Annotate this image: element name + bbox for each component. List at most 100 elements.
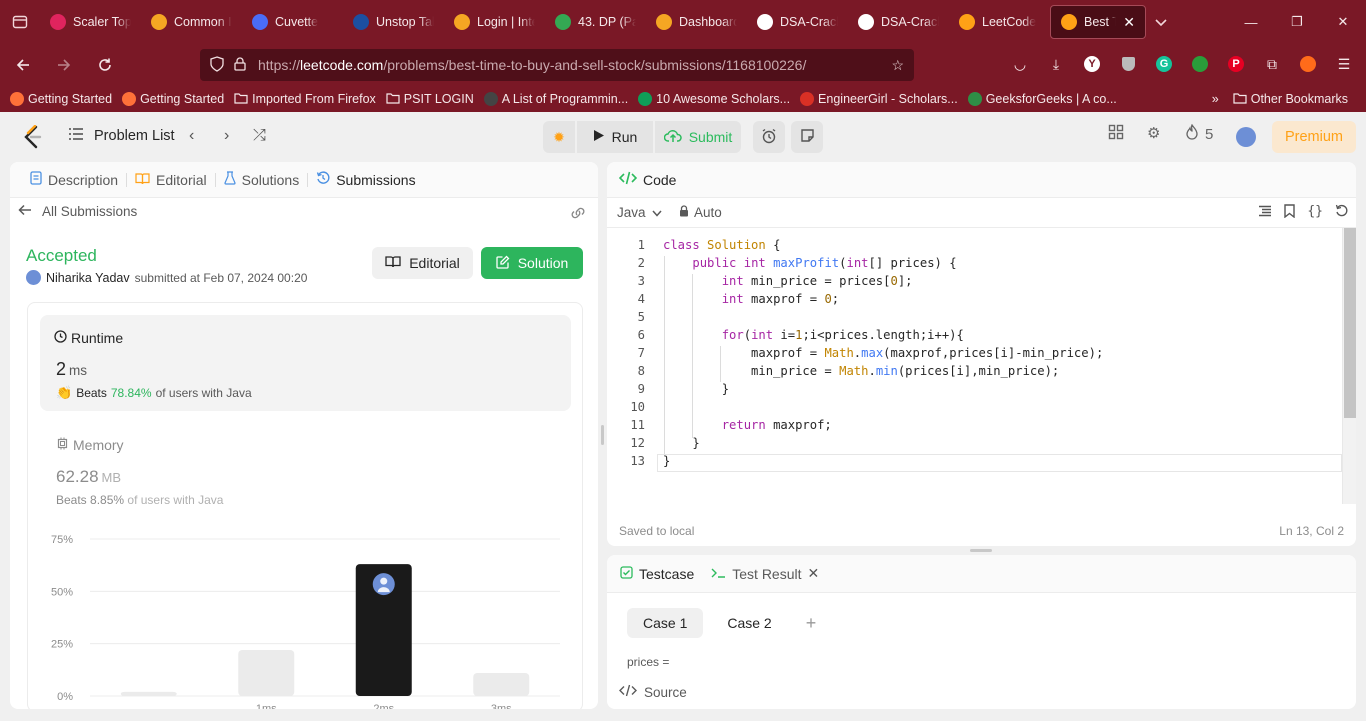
restore-icon[interactable]: ❐ <box>1274 0 1320 44</box>
browser-tab[interactable]: DSA-Cracker <box>848 5 949 39</box>
chart-bar[interactable] <box>238 649 295 696</box>
tab-editorial[interactable]: Editorial <box>127 172 215 188</box>
browser-tab[interactable]: Dashboard <box>646 5 747 39</box>
shield-icon[interactable] <box>210 55 224 75</box>
chart-y-tick-label: 0% <box>57 691 73 703</box>
all-submissions-link[interactable]: All Submissions <box>18 204 137 219</box>
problem-list-button[interactable]: Problem List <box>68 127 175 145</box>
notes-button[interactable] <box>791 121 823 153</box>
tab-test-result[interactable]: Test Result ✕ <box>710 565 819 582</box>
bookmark-item[interactable]: Imported From Firefox <box>234 92 376 107</box>
close-icon[interactable]: ✕ <box>808 565 820 582</box>
scrollbar-thumb[interactable] <box>1344 228 1356 418</box>
add-case-icon[interactable]: + <box>796 608 817 638</box>
shuffle-icon[interactable]: ⤮ <box>253 127 266 145</box>
timer-button[interactable] <box>753 121 785 153</box>
reset-icon[interactable] <box>1335 204 1348 221</box>
runtime-card[interactable]: Runtime 2 ms 👏 Beats 78.84% of users with… <box>40 315 571 411</box>
browser-tab[interactable]: LeetCode <box>949 5 1050 39</box>
case-1-tab[interactable]: Case 1 <box>627 608 704 638</box>
url-bar[interactable]: https://leetcode.com/problems/best-time-… <box>200 49 914 81</box>
back-icon[interactable] <box>5 47 41 83</box>
bookmark-item[interactable]: Getting Started <box>122 92 224 106</box>
curly-braces-icon[interactable]: {} <box>1307 204 1323 221</box>
bookmark-icon[interactable] <box>1284 204 1296 221</box>
close-tab-icon[interactable]: ✕ <box>1123 14 1135 31</box>
tab-solutions[interactable]: Solutions <box>216 171 308 188</box>
download-icon[interactable]: ⤓ <box>1040 48 1072 80</box>
vertical-resize-handle[interactable] <box>601 425 604 445</box>
horizontal-resize-handle[interactable] <box>970 549 992 552</box>
bookmark-item[interactable]: PSIT LOGIN <box>386 92 474 107</box>
folder-icon <box>234 92 248 107</box>
browser-tab[interactable]: 43. DP (Partition) <box>545 5 646 39</box>
close-window-icon[interactable]: ✕ <box>1320 0 1366 44</box>
settings-gear-icon[interactable]: ⚙ <box>1147 124 1160 142</box>
avatar[interactable] <box>26 270 41 285</box>
code-editor[interactable]: 1 2 3 4 5 6 7 8 9 10 11 12 13 class Solution { publi… <box>607 238 1342 508</box>
menu-hamburger-icon[interactable]: ☰ <box>1328 48 1360 80</box>
grammarly-icon[interactable]: G <box>1148 48 1180 80</box>
leetcode-logo-icon[interactable] <box>22 124 44 149</box>
browser-tab[interactable]: Cuvette <box>242 5 343 39</box>
bookmark-item[interactable]: A List of Programmin... <box>483 92 628 106</box>
user-avatar[interactable] <box>1236 127 1256 147</box>
editorial-button[interactable]: Editorial <box>372 247 473 279</box>
browser-tab[interactable]: Unstop Talent <box>343 5 444 39</box>
bookmarks-overflow-icon[interactable]: » <box>1212 92 1219 106</box>
minimize-icon[interactable]: — <box>1228 0 1274 44</box>
browser-tab[interactable]: Common Interview <box>141 5 242 39</box>
pocket-icon[interactable]: ◡ <box>1004 48 1036 80</box>
extension-shield-icon[interactable] <box>1112 48 1144 80</box>
format-align-icon[interactable] <box>1258 204 1272 221</box>
browser-tab[interactable]: Scaler Topics <box>40 5 141 39</box>
extensions-puzzle-icon[interactable]: ⧉ <box>1256 48 1288 80</box>
tab-testcase[interactable]: Testcase <box>620 566 694 582</box>
share-link-icon[interactable] <box>570 206 586 223</box>
tab-submissions[interactable]: Submissions <box>308 171 423 188</box>
editor-scrollbar[interactable] <box>1342 228 1356 504</box>
tab-title: DSA-Cracker <box>881 15 939 29</box>
extension-orange-icon[interactable] <box>1292 48 1324 80</box>
bookmark-item[interactable]: Getting Started <box>10 92 112 106</box>
browser-tab[interactable]: Login | Internshala <box>444 5 545 39</box>
premium-button[interactable]: Premium <box>1272 121 1356 153</box>
language-select[interactable]: Java <box>617 205 662 220</box>
source-button[interactable]: Source <box>619 684 687 700</box>
lock-icon[interactable] <box>234 56 246 74</box>
bookmark-favicon-icon <box>967 92 982 106</box>
chart-bar[interactable] <box>120 691 177 696</box>
browser-tab[interactable]: DSA-Cracker <box>747 5 848 39</box>
tab-description[interactable]: Description <box>22 171 126 188</box>
memory-title[interactable]: Memory <box>56 437 124 453</box>
case-2-tab[interactable]: Case 2 <box>711 608 787 638</box>
tab-active[interactable]: Best Time to Buy ✕ <box>1050 5 1146 39</box>
chart-bar[interactable] <box>473 672 530 696</box>
other-bookmarks[interactable]: Other Bookmarks <box>1233 92 1348 107</box>
debug-button[interactable]: ✹ <box>543 121 575 153</box>
solution-button[interactable]: Solution <box>481 247 583 279</box>
prev-problem-icon[interactable]: ‹ <box>189 127 194 145</box>
bookmark-item[interactable]: GeeksforGeeks | A co... <box>967 92 1117 106</box>
pinterest-icon[interactable]: P <box>1220 48 1252 80</box>
chart-x-tick-label: 1ms <box>256 703 277 709</box>
auto-mode[interactable]: Auto <box>679 205 722 220</box>
submitter-name[interactable]: Niharika Yadav <box>46 271 130 285</box>
code-line: public int maxProfit(int[] prices) { <box>692 256 957 270</box>
next-problem-icon[interactable]: › <box>224 127 229 145</box>
tab-list-chevron-icon[interactable] <box>1146 15 1176 29</box>
bookmark-item[interactable]: 10 Awesome Scholars... <box>638 92 790 106</box>
bookmark-item[interactable]: EngineerGirl - Scholars... <box>800 92 958 106</box>
tab-overview-icon[interactable] <box>0 0 40 44</box>
submit-button[interactable]: Submit <box>655 121 741 153</box>
forward-icon[interactable] <box>46 47 82 83</box>
streak-counter[interactable]: 5 <box>1185 123 1213 144</box>
extension-y-icon[interactable]: Y <box>1076 48 1108 80</box>
layout-grid-icon[interactable] <box>1108 124 1124 140</box>
bookmark-star-icon[interactable]: ☆ <box>891 57 904 74</box>
run-button[interactable]: Run <box>577 121 653 153</box>
checkbox-icon <box>620 565 633 582</box>
list-icon <box>68 127 84 145</box>
reload-icon[interactable] <box>87 47 123 83</box>
extension-green-icon[interactable] <box>1184 48 1216 80</box>
